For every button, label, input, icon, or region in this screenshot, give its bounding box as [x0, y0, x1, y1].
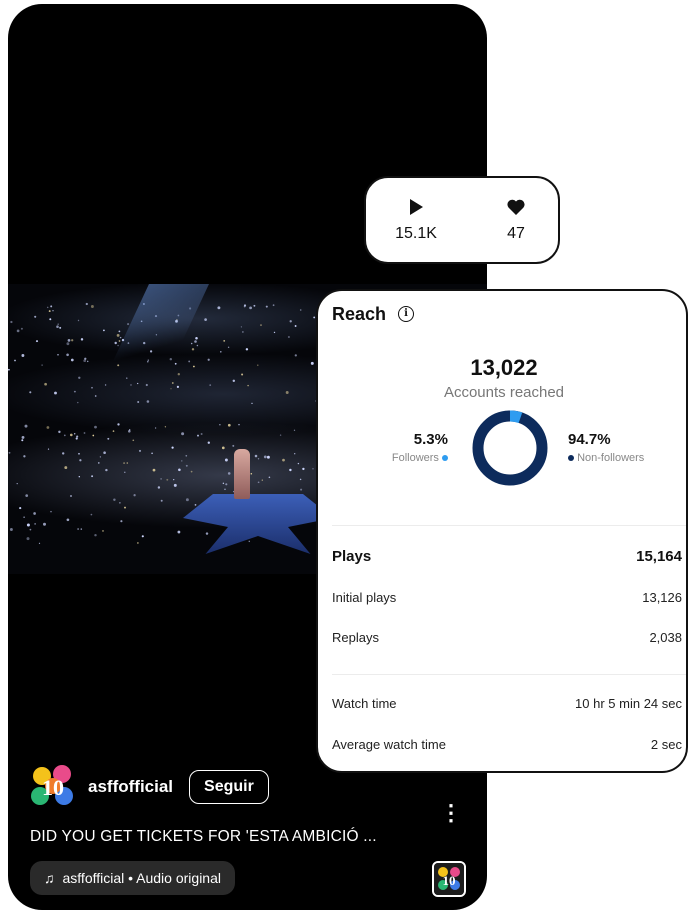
more-options-icon[interactable]: ⋮	[440, 802, 462, 824]
info-icon[interactable]: i	[398, 306, 414, 322]
divider	[332, 525, 686, 526]
accounts-reached-value: 13,022	[470, 355, 538, 380]
followers-percent: 5.3%	[413, 431, 448, 448]
svg-text:10: 10	[443, 873, 456, 888]
plays-row: Plays 15,164	[332, 548, 682, 565]
performer	[234, 449, 250, 499]
audio-pill[interactable]: ♫ asffofficial • Audio original	[30, 861, 235, 895]
nonfollowers-dot	[568, 455, 574, 462]
likes-count: 47	[507, 225, 525, 242]
engagement-stats: 15.1K 47	[364, 176, 560, 264]
audio-label: asffofficial • Audio original	[62, 870, 221, 886]
watch-time-label: Watch time	[332, 696, 397, 711]
plays-value: 15,164	[636, 548, 682, 565]
heart-icon	[507, 199, 525, 215]
avg-watch-time-row: Average watch time 2 sec	[332, 737, 682, 752]
plays-stat: 15.1K	[386, 198, 446, 243]
plays-count: 15.1K	[395, 225, 437, 242]
followers-legend: Followers	[338, 452, 448, 464]
initial-plays-value: 13,126	[642, 590, 682, 605]
nonfollowers-label: Non-followers	[577, 452, 645, 464]
play-icon	[410, 199, 423, 215]
watch-time-value: 10 hr 5 min 24 sec	[575, 696, 682, 711]
follow-button[interactable]: Seguir	[189, 770, 269, 804]
plays-label: Plays	[332, 548, 372, 565]
nonfollowers-legend: Non-followers	[568, 452, 644, 464]
logo-text: 10	[42, 775, 64, 800]
nonfollowers-percent: 94.7%	[568, 431, 611, 448]
account-name[interactable]: asffofficial	[88, 777, 173, 797]
replays-label: Replays	[332, 630, 379, 645]
reach-donut-chart	[472, 410, 548, 486]
avg-watch-time-label: Average watch time	[332, 737, 446, 752]
donut-nonfollowers-ring	[472, 410, 548, 486]
followers-label: Followers	[391, 452, 439, 464]
music-note-icon: ♫	[44, 870, 55, 886]
replays-row: Replays 2,038	[332, 630, 682, 645]
watch-time-row: Watch time 10 hr 5 min 24 sec	[332, 696, 682, 711]
account-avatar[interactable]: 10	[28, 762, 78, 812]
likes-stat: 47	[486, 198, 546, 243]
initial-plays-label: Initial plays	[332, 590, 397, 605]
asff-logo-icon: 10	[31, 765, 73, 805]
avg-watch-time-value: 2 sec	[650, 737, 682, 752]
replays-value: 2,038	[649, 630, 682, 645]
reach-title: Reach	[332, 304, 387, 324]
initial-plays-row: Initial plays 13,126	[332, 590, 682, 605]
divider	[332, 674, 686, 675]
reel-caption[interactable]: DID YOU GET TICKETS FOR 'ESTA AMBICIÓ ..…	[30, 828, 377, 846]
followers-dot	[442, 455, 448, 462]
reach-card: Reach i 13,022 Accounts reached 5.3% Fol…	[316, 289, 688, 773]
audio-thumbnail-logo-icon: 10	[434, 863, 464, 895]
accounts-reached-label: Accounts reached	[443, 384, 565, 401]
audio-thumbnail[interactable]: 10	[432, 861, 466, 897]
account-row: 10 asffofficial Seguir	[28, 762, 269, 812]
